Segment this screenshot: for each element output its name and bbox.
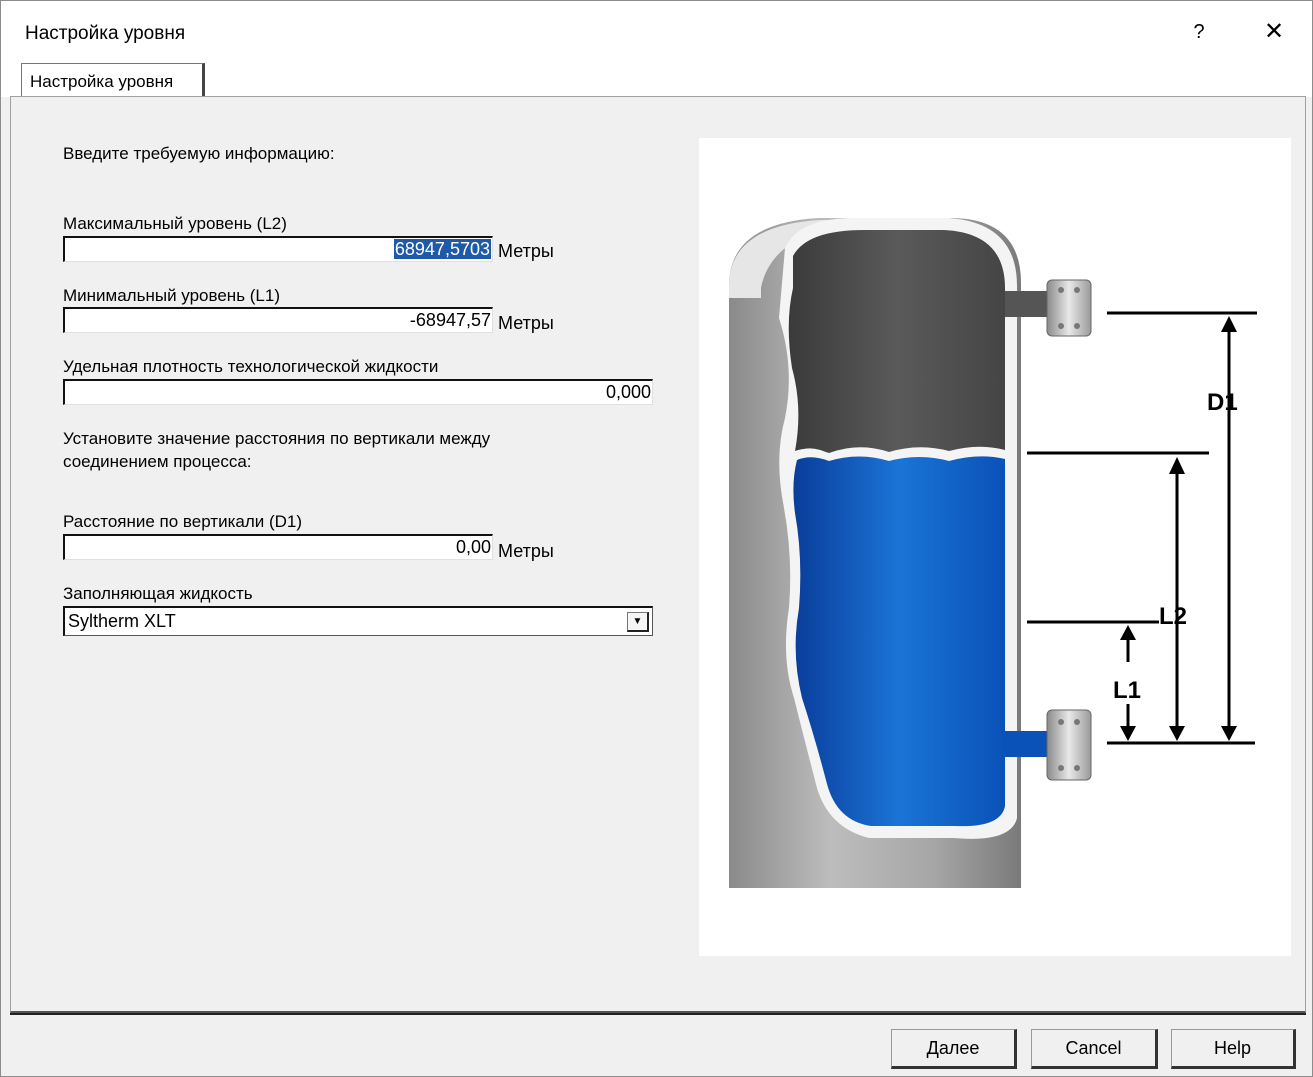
lower-nozzle-pipe [1005,731,1047,757]
window-title: Настройка уровня [25,23,186,44]
min-level-value: -68947,57 [409,310,491,330]
upper-flange [1046,279,1092,337]
min-level-unit: Метры [498,313,554,333]
close-icon[interactable]: ✕ [1259,17,1289,47]
min-level-label: Минимальный уровень (L1) [63,286,280,305]
fill-fluid-select[interactable]: Syltherm XLT ▼ [63,606,653,636]
max-level-input[interactable]: 68947,5703 [63,236,493,262]
title-bar: Настройка уровня ? ✕ [1,1,1312,61]
l2-arrow-head-bottom [1169,726,1185,741]
vapor-space [788,230,1005,453]
tank-cutaway [779,217,1017,839]
l2-label: L2 [1159,603,1187,630]
dropdown-arrow-icon[interactable]: ▼ [627,612,649,632]
max-level-unit: Метры [498,241,554,261]
d1-arrow-head-top [1221,316,1237,332]
distance-input[interactable]: 0,00 [63,534,493,560]
instruction-line-2: соединением процесса: [63,452,252,471]
upper-nozzle-pipe [1005,291,1047,317]
max-level-value: 68947,5703 [393,239,491,259]
help-icon[interactable]: ? [1187,17,1211,47]
bolt [1074,287,1080,293]
distance-value: 0,00 [455,537,491,557]
bolt [1058,287,1064,293]
dimension-lines [1027,311,1257,745]
intro-text: Введите требуемую информацию: [63,144,335,163]
tab-label: Настройка уровня [30,72,174,91]
min-level-input[interactable]: -68947,57 [63,307,493,333]
density-value: 0,000 [605,382,651,402]
tank-illustration: D1 L2 L1 [729,217,1257,888]
l2-arrow-head-top [1169,457,1185,474]
distance-label: Расстояние по вертикали (D1) [63,512,303,531]
bolt [1058,765,1064,771]
bolt [1074,323,1080,329]
distance-unit: Метры [498,541,554,561]
tank-diagram: D1 L2 L1 [699,138,1291,956]
density-input[interactable]: 0,000 [63,379,653,405]
bolt [1074,719,1080,725]
lower-flange [1046,709,1092,781]
tab-strip: Настройка уровня [1,61,1312,97]
fill-fluid-value: Syltherm XLT [68,611,176,631]
l1-arrow-head-bottom [1120,726,1136,741]
max-level-label: Максимальный уровень (L2) [63,214,287,233]
dialog-window: Настройка уровня ? ✕ Настройка уровня Вв… [0,0,1313,1077]
liquid-space [793,456,1005,827]
d1-arrow-head-bottom [1221,726,1237,741]
d1-label: D1 [1207,389,1238,416]
next-button[interactable]: Далее [891,1029,1017,1069]
bolt [1058,719,1064,725]
tab-level-setup[interactable]: Настройка уровня [21,63,205,97]
fill-fluid-label: Заполняющая жидкость [63,584,253,603]
l1-arrow-head-top [1120,625,1136,640]
bolt [1058,323,1064,329]
cancel-button[interactable]: Cancel [1031,1029,1158,1069]
density-label: Удельная плотность технологической жидко… [63,357,439,376]
instruction-line-1: Установите значение расстояния по вертик… [63,429,491,448]
footer-separator [10,1013,1306,1015]
help-button[interactable]: Help [1171,1029,1296,1069]
bolt [1074,765,1080,771]
l1-label: L1 [1113,677,1141,704]
